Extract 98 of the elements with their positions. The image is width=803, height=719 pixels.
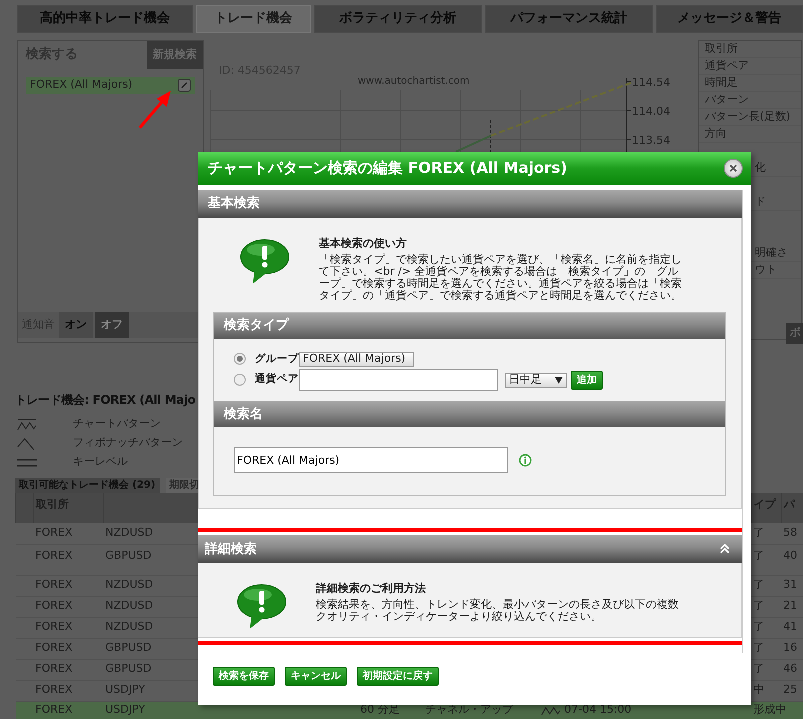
dialog-button[interactable]: 初期設定に戻す: [357, 667, 439, 686]
table-cell: 了: [754, 662, 764, 676]
field-label: 化: [755, 161, 766, 174]
table-cell: 形成中: [754, 703, 786, 716]
table-cell: チャネル・アップ: [426, 703, 514, 716]
annotation-arrow: [138, 91, 171, 129]
table-cell: GBPUSD: [106, 641, 152, 654]
caret-icon: [555, 376, 563, 384]
table-cell: FOREX: [36, 683, 73, 696]
zigzag-icon: [17, 418, 37, 430]
table-cell: FOREX: [36, 548, 73, 562]
section-header[interactable]: 詳細検索: [198, 535, 742, 564]
table-cell: NZDUSD: [106, 526, 154, 539]
price-line: [456, 135, 492, 152]
field-label: 方向: [705, 127, 727, 140]
legend-label: チャートパターン: [73, 416, 161, 432]
field-label: ウト: [755, 263, 777, 276]
double-chevron-icon: [720, 544, 730, 554]
field-label: パターン長(足数): [705, 110, 791, 123]
speech-bubble-icon: [239, 238, 291, 286]
table-cell: FOREX: [36, 526, 73, 539]
cursor-line: [490, 120, 492, 152]
table-cell: 41: [784, 620, 798, 634]
table-cell: 了: [754, 526, 764, 539]
field-label: ド: [755, 195, 766, 208]
table-cell: 了: [754, 578, 764, 592]
radio-button[interactable]: [234, 374, 246, 386]
help-title: 詳細検索のご利用方法: [316, 581, 427, 598]
section-heading: トレード機会: FOREX (All Majo: [15, 392, 197, 409]
timeframe-select[interactable]: 日中足: [505, 372, 567, 388]
zigzag-icon: [540, 704, 560, 716]
close-icon: [729, 164, 738, 173]
subsection-header: 検索タイプ: [214, 312, 725, 338]
table-cell: GBPUSD: [106, 662, 152, 676]
table-cell: 25: [784, 683, 798, 696]
table-cell: FOREX: [36, 578, 73, 592]
table-cell: FOREX: [36, 620, 73, 634]
section-title: 基本検索: [208, 194, 260, 214]
table-cell: 21: [784, 599, 798, 612]
table-cell: GBPUSD: [106, 548, 152, 562]
table-cell: FOREX: [36, 703, 73, 716]
legend-label: フィボナッチパターン: [73, 435, 183, 452]
table-cell: 了: [754, 620, 764, 634]
dialog-title: チャートパターン検索の編集 FOREX (All Majors): [208, 158, 568, 180]
table-cell: 了: [754, 641, 764, 654]
tab[interactable]: ボラティリティ分析: [314, 5, 482, 33]
double-line-icon: [17, 458, 37, 466]
table-cell: NZDUSD: [106, 578, 154, 592]
edit-icon[interactable]: [178, 79, 191, 92]
close-button[interactable]: [724, 159, 743, 178]
tab[interactable]: トレード機会: [196, 5, 311, 33]
table-cell: 16: [784, 641, 798, 654]
table-cell: NZDUSD: [106, 599, 154, 612]
legend-label: キーレベル: [73, 454, 128, 470]
help-text: 「検索タイプ」で検索したい通貨ペアを選び、「検索名」に名前を指定して下さい。<br /> 全通貨ペアを検索する場合は「検索タイプ」の「グループ」で検索する時間足を選んでください。通貨ペアを絞る場合は「検索タイプ」の「通貨ペア」で検索する通貨ペアと時間足を選んでください。: [319, 254, 683, 302]
section-header[interactable]: 基本検索: [198, 190, 742, 218]
table-cell: 了: [754, 599, 764, 612]
table-cell: 58: [784, 526, 798, 539]
info-icon: [519, 454, 532, 467]
table-cell: 07-04 15:00: [564, 703, 632, 716]
table-cell: 46: [784, 662, 798, 676]
price-label: 114.54: [632, 76, 670, 89]
name-input[interactable]: FOREX (All Majors): [234, 447, 508, 474]
table-cell: 了: [754, 548, 764, 562]
table-cell: 中: [754, 683, 764, 696]
table-cell: FOREX: [36, 662, 73, 676]
table-cell: 40: [784, 548, 798, 562]
speech-bubble-icon: [236, 583, 288, 632]
subsection-header: 検索名: [214, 401, 725, 428]
search-item[interactable]: FOREX (All Majors): [26, 77, 195, 94]
toggle-button[interactable]: オフ: [95, 312, 129, 338]
peak-line-icon: [17, 436, 37, 450]
add-button[interactable]: 追加: [571, 370, 603, 390]
table-cell: 31: [784, 578, 798, 592]
table-cell: USDJPY: [106, 703, 146, 716]
price-label: 113.54: [632, 134, 670, 147]
search-item-label: FOREX (All Majors): [30, 77, 133, 94]
tab[interactable]: パフォーマンス統計: [485, 5, 653, 33]
group-select[interactable]: FOREX (All Majors): [299, 352, 414, 367]
dialog-button[interactable]: キャンセル: [285, 667, 347, 686]
pair-input[interactable]: [299, 369, 498, 392]
radio-button[interactable]: [234, 353, 246, 366]
tab[interactable]: メッセージ＆警告: [656, 5, 803, 33]
dialog-button[interactable]: 検索を保存: [213, 667, 275, 686]
field-label: 明確さ: [755, 246, 788, 259]
help-title: 基本検索の使い方: [319, 236, 408, 252]
field-label: パターン: [705, 93, 749, 106]
help-text: 検索結果を、方向性、トレンド変化、最小パターンの長さ及び以下の複数クオリティ・インディケーターより絞り込んでください。: [316, 598, 680, 623]
field-label: 通貨ペア: [705, 59, 749, 72]
table-cell: FOREX: [36, 641, 73, 654]
toggle-button[interactable]: オン: [59, 312, 93, 338]
field-label: 時間足: [705, 76, 738, 89]
tab[interactable]: 高的中率トレード機会: [17, 5, 193, 33]
field-label: 取引所: [705, 42, 738, 55]
price-label: 114.04: [632, 105, 670, 118]
table-cell: FOREX: [36, 599, 73, 612]
table-cell: NZDUSD: [106, 620, 154, 634]
table-cell: USDJPY: [106, 683, 146, 696]
